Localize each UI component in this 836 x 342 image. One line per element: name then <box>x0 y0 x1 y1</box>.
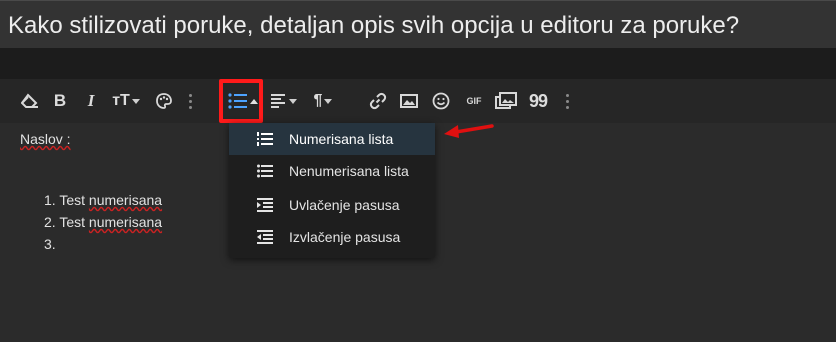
indent-icon <box>257 198 285 212</box>
chevron-down-icon <box>324 98 333 104</box>
outdent-icon <box>257 230 285 244</box>
thread-title: Kako stilizovati poruke, detaljan opis s… <box>8 12 740 39</box>
link-icon[interactable] <box>369 91 387 111</box>
bold-button[interactable]: B <box>52 91 68 111</box>
menu-item-label: Izvlačenje pasusa <box>289 229 401 245</box>
arrow-annotation-icon <box>444 124 494 138</box>
eraser-icon[interactable] <box>20 91 40 111</box>
menu-item-indent[interactable]: Uvlačenje pasusa <box>229 189 435 221</box>
chevron-down-icon <box>131 98 140 104</box>
menu-item-numbered-list[interactable]: Numerisana lista <box>229 123 435 155</box>
chevron-down-icon <box>289 98 297 104</box>
smiley-icon[interactable] <box>432 91 450 111</box>
ordered-list-icon <box>257 132 285 146</box>
media-icon[interactable] <box>495 91 517 111</box>
list-icon <box>228 93 247 109</box>
list-item: 2. Test numerisana <box>44 214 163 230</box>
editor-toolbar: B I тT ¶ GIF 99 <box>0 79 836 123</box>
list-dropdown-menu: Numerisana lista Nenumerisana lista Uvla… <box>229 123 435 258</box>
text-size-icon: тT <box>112 92 130 109</box>
ordered-list: 1. Test numerisana 2. Test numerisana 3. <box>44 189 162 255</box>
chevron-up-icon <box>250 98 258 104</box>
menu-item-bulleted-list[interactable]: Nenumerisana lista <box>229 155 435 187</box>
unordered-list-icon <box>257 164 285 178</box>
more-options-icon[interactable] <box>186 91 194 111</box>
spacer <box>0 48 836 79</box>
more-options-icon[interactable] <box>563 91 571 111</box>
list-button[interactable] <box>228 91 258 111</box>
text-size-button[interactable]: тT <box>110 91 142 111</box>
menu-item-label: Numerisana lista <box>289 131 394 147</box>
paragraph-icon: ¶ <box>313 92 323 109</box>
thread-title-bar: Kako stilizovati poruke, detaljan opis s… <box>0 0 836 48</box>
quote-icon[interactable]: 99 <box>527 91 549 111</box>
heading-text: Naslov : <box>20 131 71 147</box>
menu-item-outdent[interactable]: Izvlačenje pasusa <box>229 221 435 253</box>
list-item: 3. <box>44 236 56 252</box>
image-icon[interactable] <box>400 91 418 111</box>
menu-item-label: Nenumerisana lista <box>289 163 409 179</box>
editor-content[interactable]: Naslov : <box>20 131 71 147</box>
paragraph-button[interactable]: ¶ <box>310 91 336 111</box>
menu-item-label: Uvlačenje pasusa <box>289 197 400 213</box>
palette-icon[interactable] <box>154 91 174 111</box>
align-icon <box>271 94 285 108</box>
align-button[interactable] <box>270 91 298 111</box>
list-item: 1. Test numerisana <box>44 192 163 208</box>
italic-button[interactable]: I <box>84 91 98 111</box>
gif-icon[interactable]: GIF <box>464 91 484 111</box>
